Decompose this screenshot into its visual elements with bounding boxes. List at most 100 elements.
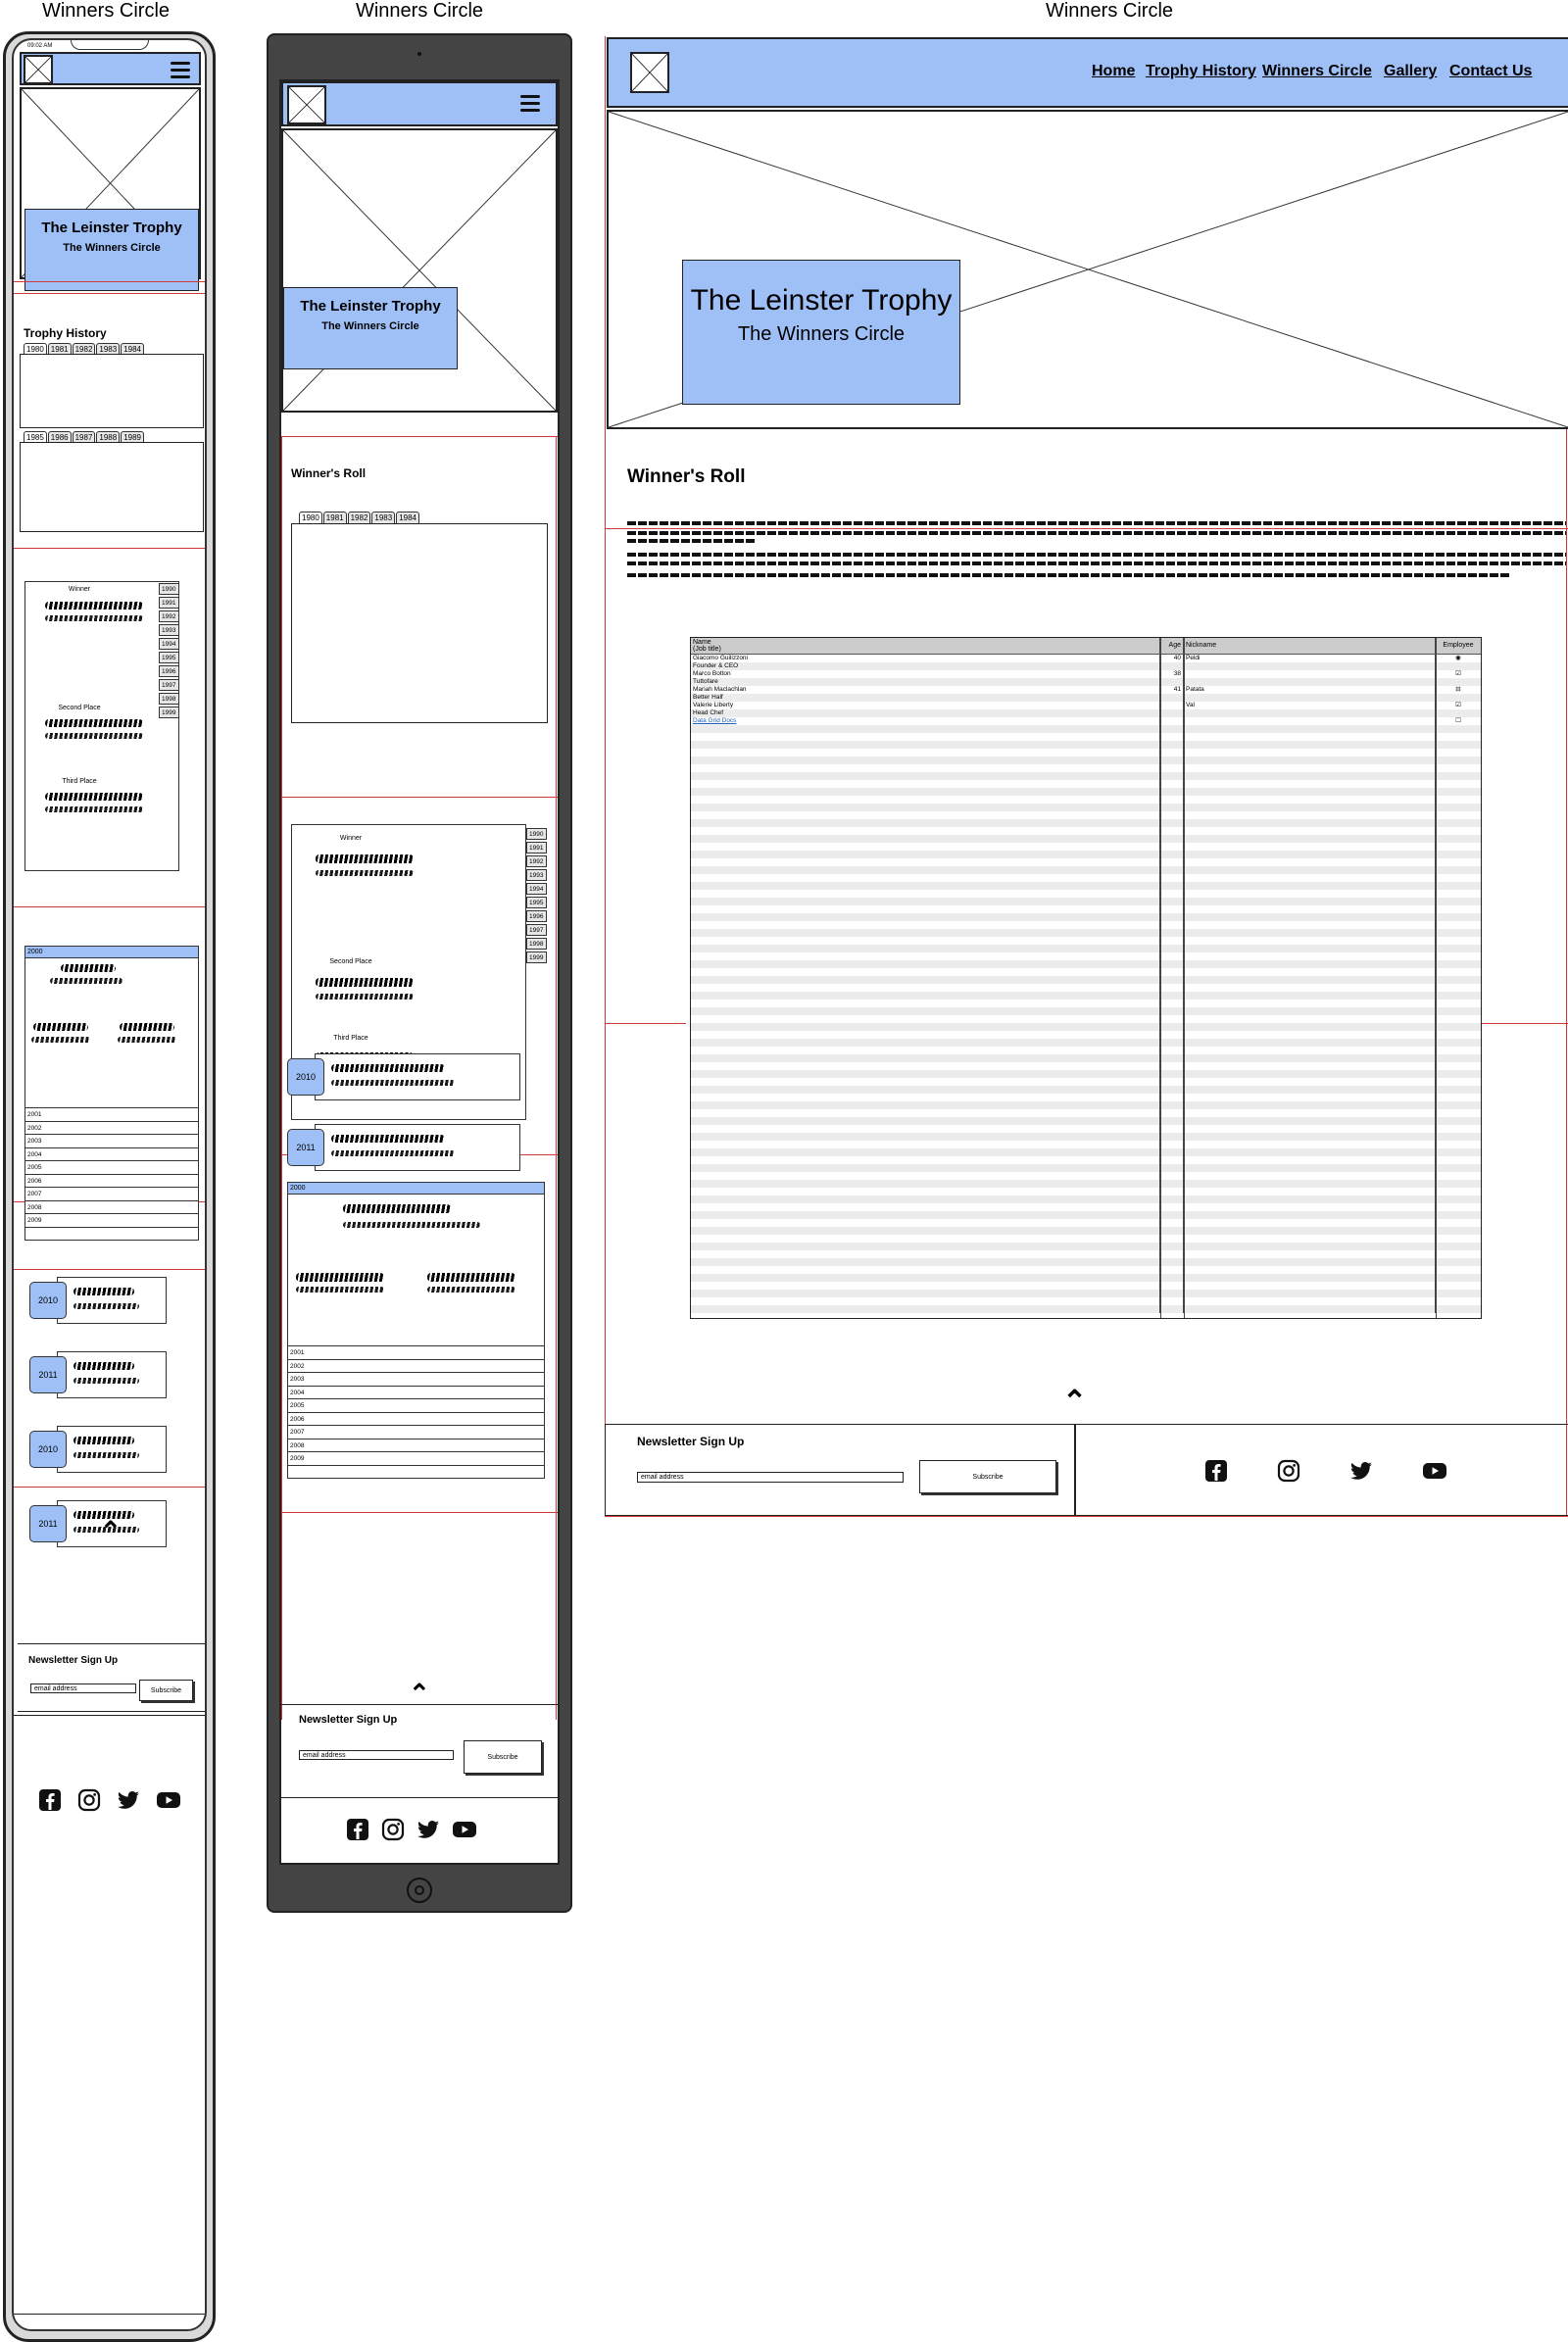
year-tab-1996[interactable]: 1996 <box>526 910 547 922</box>
year-tab-1994[interactable]: 1994 <box>159 638 179 650</box>
year-card[interactable] <box>315 1124 520 1171</box>
tablet-home-button[interactable] <box>407 1878 432 1903</box>
year-tab-1994[interactable]: 1994 <box>526 883 547 895</box>
tab-1980[interactable]: 1980 <box>299 512 322 523</box>
year-card[interactable] <box>315 1053 520 1100</box>
list-row-2004[interactable]: 2004 <box>24 1147 199 1161</box>
year-card[interactable] <box>57 1351 167 1398</box>
list-row-2007[interactable]: 2007 <box>24 1188 199 1201</box>
table-row[interactable]: Better Half <box>691 694 1481 702</box>
list-row-2003[interactable]: 2003 <box>287 1373 545 1387</box>
list-row-2005[interactable]: 2005 <box>24 1161 199 1175</box>
instagram-icon[interactable] <box>77 1788 101 1812</box>
table-row[interactable]: Data Grid Docs ☐ <box>691 717 1481 725</box>
list-header-2000[interactable]: 2000 <box>25 947 198 958</box>
list-header-2000[interactable]: 2000 <box>288 1183 544 1195</box>
employee-checked-icon[interactable]: ☑ <box>1436 670 1481 678</box>
table-row[interactable]: Marco Botton 38 ☑ <box>691 670 1481 678</box>
winners-data-grid[interactable]: Name (Job title) Age Nickname Employee G… <box>690 637 1482 1319</box>
table-row[interactable]: Giacomo Guilizzoni 40 Peldi ◉ <box>691 655 1481 662</box>
list-row-2006[interactable]: 2006 <box>287 1412 545 1426</box>
tab-1981[interactable]: 1981 <box>322 512 347 523</box>
year-badge-2010[interactable]: 2010 <box>29 1282 67 1319</box>
year-tab-1995[interactable]: 1995 <box>159 652 179 663</box>
year-card[interactable] <box>57 1277 167 1324</box>
tab-1982[interactable]: 1982 <box>347 512 371 523</box>
list-row-2006[interactable]: 2006 <box>24 1174 199 1188</box>
year-badge-2010[interactable]: 2010 <box>287 1058 324 1096</box>
list-row-2001[interactable]: 2001 <box>24 1108 199 1122</box>
year-card[interactable] <box>57 1426 167 1473</box>
logo-placeholder-icon[interactable] <box>287 85 326 124</box>
youtube-icon[interactable] <box>452 1818 477 1841</box>
email-field[interactable]: email address <box>299 1750 454 1760</box>
list-row-2008[interactable]: 2008 <box>24 1200 199 1214</box>
year-tab-1991[interactable]: 1991 <box>526 842 547 854</box>
year-tab-1997[interactable]: 1997 <box>526 924 547 936</box>
list-row-2009[interactable]: 2009 <box>24 1214 199 1228</box>
email-field[interactable]: email address <box>30 1683 136 1693</box>
instagram-icon[interactable] <box>381 1818 405 1841</box>
instagram-icon[interactable] <box>1277 1459 1300 1483</box>
year-tab-1998[interactable]: 1998 <box>159 693 179 705</box>
list-row-2004[interactable]: 2004 <box>287 1386 545 1399</box>
facebook-icon[interactable] <box>1204 1459 1228 1483</box>
twitter-icon[interactable] <box>117 1788 140 1812</box>
year-tab-1990[interactable]: 1990 <box>526 828 547 840</box>
list-row-2008[interactable]: 2008 <box>287 1439 545 1452</box>
employee-unchecked-icon[interactable]: ☐ <box>1436 717 1481 725</box>
year-tab-1990[interactable]: 1990 <box>159 583 179 595</box>
subscribe-button[interactable]: Subscribe <box>139 1680 193 1701</box>
youtube-icon[interactable] <box>156 1788 181 1812</box>
grid-header-name[interactable]: Name (Job title) <box>691 638 1160 654</box>
year-tab-1998[interactable]: 1998 <box>526 938 547 950</box>
youtube-icon[interactable] <box>1422 1459 1447 1483</box>
year-tab-1995[interactable]: 1995 <box>526 897 547 908</box>
table-row[interactable]: Valerie Liberty Val ☑ <box>691 702 1481 709</box>
facebook-icon[interactable] <box>38 1788 62 1812</box>
year-tab-1991[interactable]: 1991 <box>159 597 179 609</box>
twitter-icon[interactable] <box>1349 1459 1373 1483</box>
year-tab-1993[interactable]: 1993 <box>159 624 179 636</box>
scroll-top-chevron-icon[interactable]: ⌃ <box>409 1681 430 1706</box>
table-row[interactable]: Tuttofare <box>691 678 1481 686</box>
twitter-icon[interactable] <box>416 1818 440 1841</box>
year-tab-1999[interactable]: 1999 <box>159 707 179 718</box>
year-tab-1997[interactable]: 1997 <box>159 679 179 691</box>
grid-header-age[interactable]: Age <box>1160 638 1184 654</box>
grid-header-employee[interactable]: Employee <box>1436 638 1481 654</box>
table-row[interactable]: Head Chef <box>691 709 1481 717</box>
scroll-top-chevron-icon[interactable]: ⌃ <box>1062 1388 1087 1417</box>
tab-1983[interactable]: 1983 <box>371 512 396 523</box>
year-tab-1992[interactable]: 1992 <box>526 855 547 867</box>
list-row-2001[interactable]: 2001 <box>287 1346 545 1360</box>
logo-placeholder-icon[interactable] <box>630 52 669 93</box>
year-badge-2010[interactable]: 2010 <box>29 1431 67 1468</box>
year-badge-2011[interactable]: 2011 <box>287 1129 324 1166</box>
list-row-2007[interactable]: 2007 <box>287 1426 545 1439</box>
table-row[interactable]: Mariah Maclachlan 41 Patata ⊟ <box>691 686 1481 694</box>
grid-header-nickname[interactable]: Nickname <box>1184 638 1436 654</box>
table-row[interactable]: Founder & CEO <box>691 662 1481 670</box>
list-row-2005[interactable]: 2005 <box>287 1399 545 1413</box>
hamburger-menu-icon[interactable] <box>520 91 540 116</box>
nav-trophy-history[interactable]: Trophy History <box>1146 63 1256 80</box>
year-tab-1993[interactable]: 1993 <box>526 869 547 881</box>
employee-radio-icon[interactable]: ◉ <box>1436 655 1481 662</box>
nav-gallery[interactable]: Gallery <box>1384 63 1437 80</box>
email-field[interactable]: email address <box>637 1472 904 1483</box>
tab-1984[interactable]: 1984 <box>396 512 419 523</box>
list-row-2009[interactable]: 2009 <box>287 1452 545 1466</box>
year-tab-1992[interactable]: 1992 <box>159 610 179 622</box>
subscribe-button[interactable]: Subscribe <box>464 1740 542 1774</box>
facebook-icon[interactable] <box>346 1818 369 1841</box>
list-row-2002[interactable]: 2002 <box>24 1121 199 1135</box>
list-row-2003[interactable]: 2003 <box>24 1135 199 1148</box>
nav-winners-circle[interactable]: Winners Circle <box>1262 63 1372 80</box>
subscribe-button[interactable]: Subscribe <box>919 1460 1056 1493</box>
hamburger-menu-icon[interactable] <box>171 58 190 82</box>
nav-home[interactable]: Home <box>1092 63 1135 80</box>
year-badge-2011[interactable]: 2011 <box>29 1356 67 1393</box>
year-tab-1999[interactable]: 1999 <box>526 951 547 963</box>
employee-indeterminate-icon[interactable]: ⊟ <box>1436 686 1481 694</box>
